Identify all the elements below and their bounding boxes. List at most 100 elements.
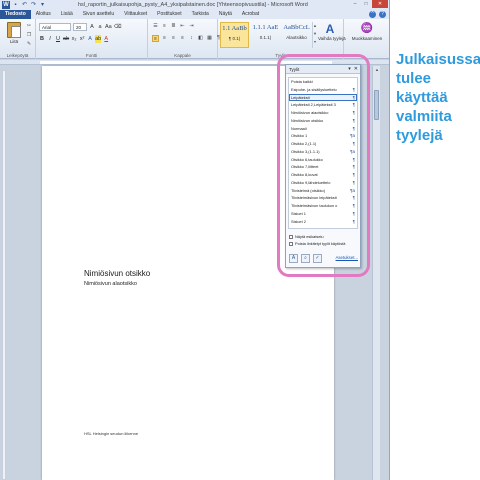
change-styles-icon: A <box>325 22 335 36</box>
style-tile-1[interactable]: 1.1.1 AaE 0.1.1) <box>251 22 280 48</box>
justify-icon[interactable]: ≡ <box>179 35 186 42</box>
highlight-frame <box>277 54 370 277</box>
scroll-up-icon[interactable]: ▲ <box>373 66 381 74</box>
styles-group: 1.1 AaBb ¶ 0.1) 1.1.1 AaE 0.1.1) AaBbCcL… <box>218 19 346 59</box>
bold-icon[interactable]: B <box>39 35 45 43</box>
strikethrough-icon[interactable]: ab <box>63 35 69 43</box>
grow-font-icon[interactable]: A <box>89 23 95 31</box>
callout-line: valmiita <box>396 108 452 125</box>
ribbon-tabs: Tiedosto Aloitus Lisää Sivun asettelu Vi… <box>0 10 389 19</box>
customize-icon[interactable]: ▾ <box>39 2 46 9</box>
paragraph-row-1: ☰ ≡ ≣ ⇤ ⇥ <box>152 23 195 30</box>
numbering-icon[interactable]: ≡ <box>161 23 168 30</box>
help-area: ^ ? <box>369 11 386 18</box>
underline-icon[interactable]: U <box>55 35 61 43</box>
cut-icon[interactable]: ✂ <box>26 23 32 29</box>
style-tile-2[interactable]: AaBbCcL Alaotsikko <box>282 22 311 48</box>
italic-icon[interactable]: I <box>47 35 53 43</box>
style-tile-name: ¶ 0.1) <box>228 36 241 41</box>
font-size-combo[interactable]: 20 <box>73 23 87 31</box>
editing-button[interactable]: ♒ Muokkaaminen <box>348 22 386 42</box>
tab-review[interactable]: Tarkista <box>187 10 214 19</box>
paragraph-group-label: Kappale <box>174 53 191 58</box>
font-name-combo[interactable]: Arial <box>39 23 71 31</box>
copy-icon[interactable]: ❐ <box>26 32 32 38</box>
align-left-icon[interactable]: ≡ <box>152 35 159 42</box>
tab-references[interactable]: Viittaukset <box>119 10 152 19</box>
quick-access-toolbar: W ▪ ↶ ↷ ▾ <box>2 1 46 9</box>
close-icon[interactable]: ✕ <box>372 0 388 8</box>
change-styles-label: Vaihda tyylejä <box>318 36 346 41</box>
editing-label: Muokkaaminen <box>351 36 383 41</box>
font-color-icon[interactable]: A <box>103 35 109 43</box>
document-title[interactable]: Nimiösivun otsikko <box>84 269 150 278</box>
clear-format-icon[interactable]: ⌫ <box>114 23 122 31</box>
change-case-icon[interactable]: Aa <box>105 23 112 31</box>
save-icon[interactable]: ▪ <box>12 2 19 9</box>
callout-line: tyylejä <box>396 127 443 144</box>
paragraph-row-2: ≡ ≡ ≡ ≡ ↕ ◧ ▦ ¶ <box>152 35 222 42</box>
tab-file[interactable]: Tiedosto <box>0 10 31 19</box>
increase-indent-icon[interactable]: ⇥ <box>188 23 195 30</box>
callout-text: Julkaisussa tulee käyttää valmiita tyyle… <box>396 50 480 145</box>
tab-acrobat[interactable]: Acrobat <box>237 10 264 19</box>
style-tile-name: Alaotsikko <box>286 35 307 40</box>
bullets-icon[interactable]: ☰ <box>152 23 159 30</box>
document-subtitle[interactable]: Nimiösivun alaotsikko <box>84 281 137 287</box>
word-window: W ▪ ↶ ↷ ▾ hsl_raportin_julkaisupohja_pys… <box>0 0 390 480</box>
shading-icon[interactable]: ◧ <box>197 35 204 42</box>
vertical-scrollbar[interactable]: ▲ <box>372 66 380 480</box>
help-icon[interactable]: ? <box>379 11 386 18</box>
align-right-icon[interactable]: ≡ <box>170 35 177 42</box>
multilevel-list-icon[interactable]: ≣ <box>170 23 177 30</box>
text-effects-icon[interactable]: A <box>87 35 93 43</box>
borders-icon[interactable]: ▦ <box>206 35 213 42</box>
highlight-color-icon[interactable]: ab <box>95 35 102 43</box>
decrease-indent-icon[interactable]: ⇤ <box>179 23 186 30</box>
font-row-2: B I U ab x₂ x² A ab A <box>39 35 109 43</box>
maximize-icon[interactable]: □ <box>361 0 371 8</box>
style-tile-preview: 1.1.1 AaE <box>252 24 279 31</box>
tab-mailings[interactable]: Postitukset <box>152 10 186 19</box>
paste-label: Liitä <box>9 39 19 44</box>
style-tile-name: 0.1.1) <box>259 35 272 40</box>
format-painter-icon[interactable]: ✎ <box>26 41 32 47</box>
clipboard-tools: ✂ ❐ ✎ <box>26 23 32 47</box>
clipboard-group-label: Leikepöytä <box>6 53 29 58</box>
superscript-icon[interactable]: x² <box>79 35 85 43</box>
tab-insert[interactable]: Lisää <box>56 10 78 19</box>
font-group-label: Fontti <box>85 53 98 58</box>
clipboard-icon <box>7 22 21 38</box>
minimize-icon[interactable]: – <box>350 0 360 8</box>
style-tile-preview: 1.1 AaBb <box>222 25 247 32</box>
subscript-icon[interactable]: x₂ <box>71 35 77 43</box>
font-row-1: Arial 20 A a Aa ⌫ <box>39 23 122 31</box>
style-tile-0[interactable]: 1.1 AaBb ¶ 0.1) <box>220 22 249 48</box>
minimize-ribbon-icon[interactable]: ^ <box>369 11 376 18</box>
font-group: Arial 20 A a Aa ⌫ B I U ab x₂ x² A ab A … <box>36 19 148 59</box>
paste-button[interactable]: Liitä <box>4 22 24 48</box>
line-spacing-icon[interactable]: ↕ <box>188 35 195 42</box>
style-gallery-scroll[interactable]: ▲ ▼ ▾ <box>312 22 317 48</box>
callout-line: käyttää <box>396 89 448 106</box>
editing-group: ♒ Muokkaaminen <box>344 19 389 59</box>
vertical-ruler[interactable] <box>2 70 6 480</box>
align-center-icon[interactable]: ≡ <box>161 35 168 42</box>
callout-line: Julkaisussa <box>396 51 480 68</box>
undo-icon[interactable]: ↶ <box>21 2 28 9</box>
word-app-icon: W <box>2 1 10 9</box>
tab-home[interactable]: Aloitus <box>31 10 56 19</box>
paragraph-group: ☰ ≡ ≣ ⇤ ⇥ ≡ ≡ ≡ ≡ ↕ ◧ ▦ ¶ Kappale <box>148 19 220 59</box>
scroll-thumb[interactable] <box>374 90 379 120</box>
callout-line: tulee <box>396 70 432 87</box>
shrink-font-icon[interactable]: a <box>97 23 103 31</box>
window-controls: – □ ✕ <box>350 0 388 8</box>
binoculars-icon: ♒ <box>360 23 374 34</box>
document-footer[interactable]: HSL Helsingin seudun liikenne <box>84 431 138 436</box>
tab-page-layout[interactable]: Sivun asettelu <box>78 10 119 19</box>
ribbon: Liitä ✂ ❐ ✎ Leikepöytä Arial 20 A a Aa ⌫… <box>0 19 389 59</box>
redo-icon[interactable]: ↷ <box>30 2 37 9</box>
window-title: hsl_raportin_julkaisupohja_pysty_A4_yksi… <box>78 2 308 8</box>
change-styles-button[interactable]: A Vaihda tyylejä <box>318 22 346 42</box>
tab-view[interactable]: Näytä <box>214 10 237 19</box>
